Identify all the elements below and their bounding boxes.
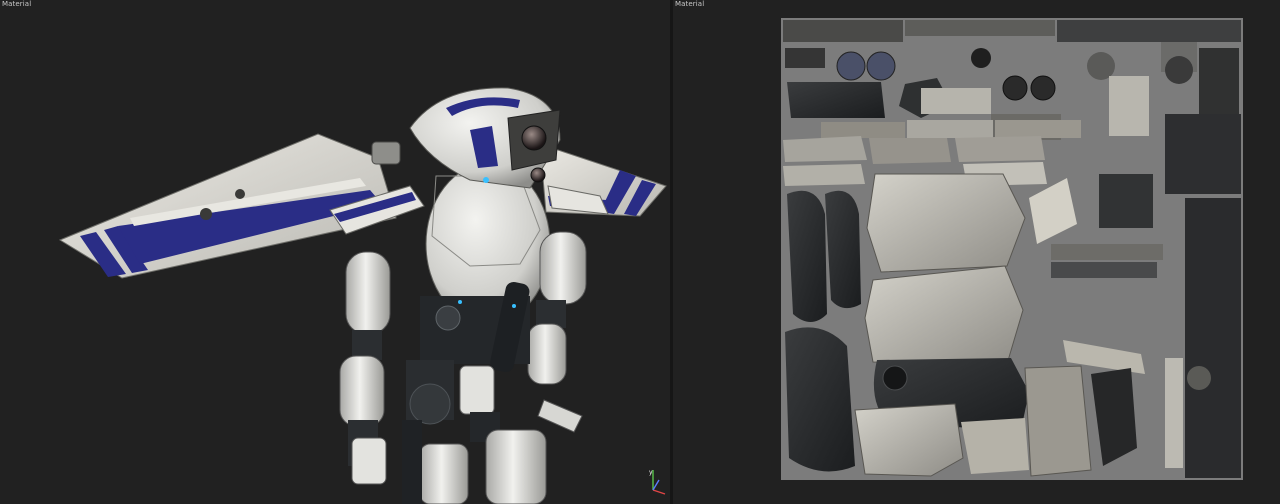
svg-text:y: y bbox=[649, 469, 653, 476]
robot-head bbox=[409, 87, 561, 189]
3d-viewport[interactable]: Material y bbox=[0, 0, 670, 504]
uv-islands bbox=[783, 20, 1241, 478]
viewport-material-label: Material bbox=[675, 0, 705, 8]
uv-island-large-panel-1 bbox=[866, 173, 1026, 273]
left-arm bbox=[339, 251, 391, 485]
axis-gizmo-icon: y bbox=[649, 469, 666, 495]
robot-legs bbox=[402, 360, 547, 504]
uv-island-large-panel-2 bbox=[864, 265, 1024, 365]
uv-island-dark-top bbox=[787, 82, 885, 118]
uv-island-dark-arm bbox=[785, 327, 855, 472]
uv-texture-sheet bbox=[781, 18, 1243, 480]
uv-viewport[interactable]: Material bbox=[673, 0, 1280, 504]
robot-render bbox=[58, 87, 667, 504]
uv-island-dark-left bbox=[787, 190, 827, 322]
